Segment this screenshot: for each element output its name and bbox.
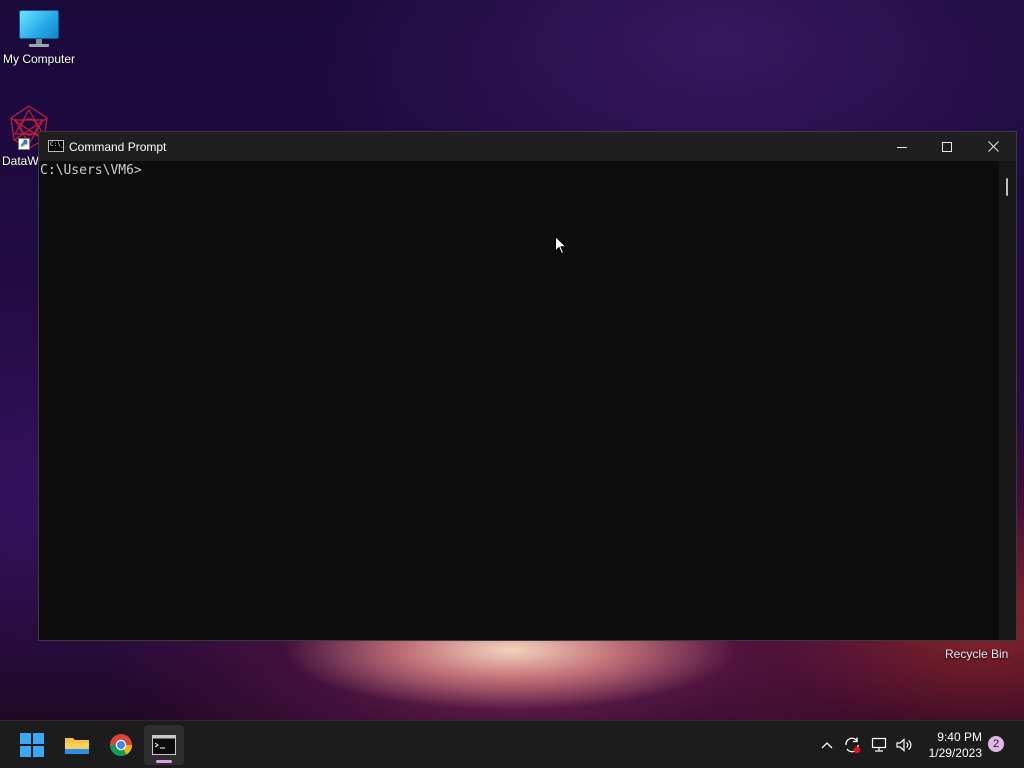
show-hidden-icons-chevron-icon[interactable] <box>817 735 837 755</box>
chrome-button[interactable] <box>101 725 141 765</box>
maximize-icon <box>942 141 952 152</box>
minimize-button[interactable] <box>879 132 925 161</box>
mouse-cursor-icon <box>555 236 567 255</box>
command-prompt-taskbar-button[interactable] <box>144 725 184 765</box>
folder-icon <box>65 738 89 754</box>
active-app-indicator <box>156 760 172 763</box>
monitor-icon <box>19 10 59 48</box>
start-button[interactable] <box>12 725 52 765</box>
notification-badge[interactable]: 2 <box>988 736 1004 752</box>
command-prompt-app-icon[interactable]: C:\_ <box>48 140 64 152</box>
windows-logo-icon <box>20 733 44 757</box>
desktop-icon-label: My Computer <box>2 52 76 66</box>
close-icon <box>987 141 999 152</box>
clock-date: 1/29/2023 <box>928 746 982 760</box>
taskbar: 9:40 PM 1/29/2023 2 <box>0 720 1024 768</box>
terminal-icon <box>152 735 176 755</box>
recycle-bin-label[interactable]: Recycle Bin <box>945 647 1008 661</box>
volume-icon[interactable] <box>894 735 914 755</box>
file-explorer-button[interactable] <box>57 725 97 765</box>
taskbar-clock[interactable]: 9:40 PM 1/29/2023 <box>920 729 982 761</box>
close-button[interactable] <box>970 132 1016 161</box>
vertical-scrollbar[interactable] <box>999 161 1016 640</box>
console-output[interactable]: C:\Users\VM6> <box>39 161 999 640</box>
command-prompt-window[interactable]: C:\_ Command Prompt C:\Users\VM6> <box>38 131 1017 641</box>
sync-icon[interactable] <box>842 735 862 755</box>
scrollbar-thumb[interactable] <box>1006 178 1008 196</box>
maximize-button[interactable] <box>924 132 970 161</box>
minimize-icon <box>897 146 907 148</box>
clock-time: 9:40 PM <box>937 730 982 744</box>
console-prompt-line: C:\Users\VM6> <box>40 163 142 178</box>
desktop-icon-my-computer[interactable]: My Computer <box>0 0 79 66</box>
shortcut-arrow-icon: ↗ <box>18 138 30 150</box>
chrome-icon <box>110 734 132 756</box>
window-titlebar[interactable]: C:\_ Command Prompt <box>39 132 1016 161</box>
network-icon[interactable] <box>869 735 889 755</box>
window-title: Command Prompt <box>69 140 167 154</box>
